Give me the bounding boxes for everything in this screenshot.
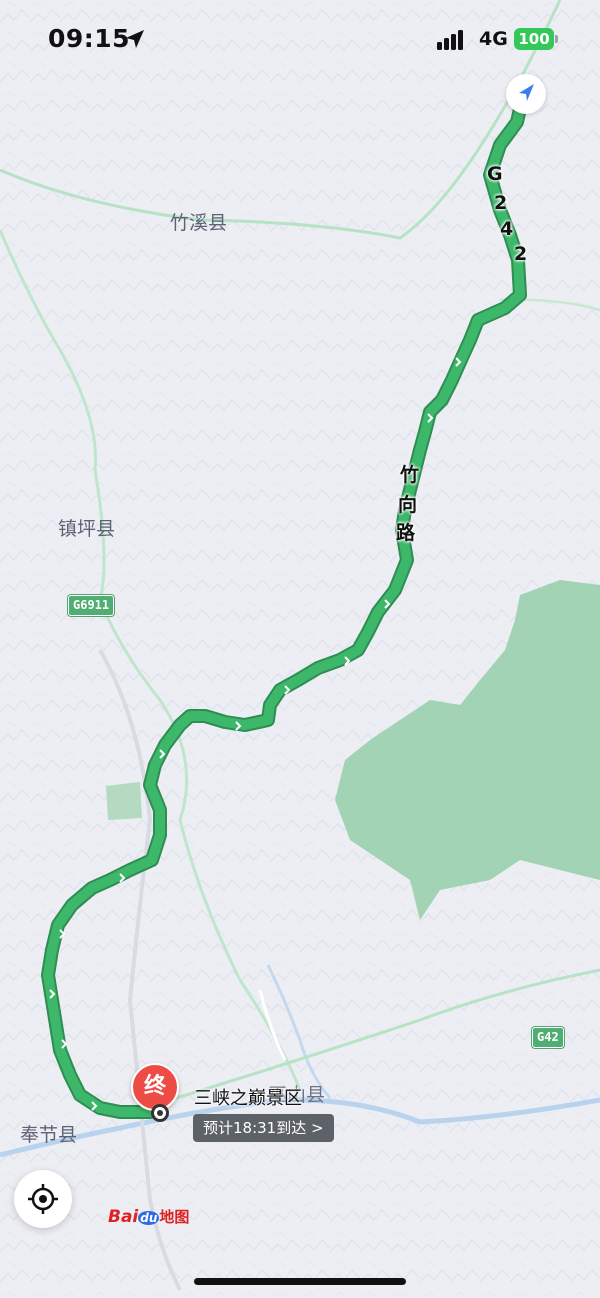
home-indicator[interactable] xyxy=(194,1278,406,1285)
place-label-zhuxi[interactable]: 竹溪县 xyxy=(170,208,227,235)
battery-tip xyxy=(555,35,558,43)
eta-badge[interactable]: 预计18:31到达 > xyxy=(193,1114,334,1142)
crosshair-icon xyxy=(28,1184,58,1214)
place-label-fengjie[interactable]: 奉节县 xyxy=(20,1120,77,1147)
destination-dot[interactable] xyxy=(151,1104,169,1122)
locate-me-button[interactable] xyxy=(14,1170,72,1228)
road-label-g242-char: 4 xyxy=(500,218,514,240)
location-arrow-icon xyxy=(126,30,144,48)
destination-end-pin[interactable]: 终 xyxy=(131,1063,179,1111)
logo-cn: 地图 xyxy=(159,1208,190,1226)
status-time: 09:15 xyxy=(48,24,131,53)
signal-icon xyxy=(437,30,463,50)
road-label-g242-char: 2 xyxy=(514,243,528,265)
navigation-arrow-icon xyxy=(519,84,534,101)
forest-patch xyxy=(106,782,142,820)
road-label-g242-char: G xyxy=(487,163,503,185)
road-label-zhuxiang-char: 路 xyxy=(396,522,416,544)
road-label-zhuxiang-char: 向 xyxy=(398,494,418,516)
battery-indicator: 100 xyxy=(514,28,554,50)
road-label-g242-char: 2 xyxy=(494,192,508,214)
place-label-zhenping[interactable]: 镇坪县 xyxy=(58,514,115,541)
network-type: 4G xyxy=(479,28,508,50)
logo-du: du xyxy=(138,1211,160,1225)
highway-shield-g6911: G6911 xyxy=(68,595,115,616)
baidu-map-logo: Bai du 地图 xyxy=(108,1206,189,1227)
highway-shield-g42: G42 xyxy=(532,1027,564,1048)
logo-bai: Bai xyxy=(108,1207,139,1227)
road-label-zhuxiang-char: 竹 xyxy=(400,464,420,486)
status-bar: 09:15 4G 100 xyxy=(0,0,600,80)
destination-name[interactable]: 三峡之巅景区 xyxy=(194,1084,302,1110)
current-location-marker[interactable] xyxy=(506,74,546,114)
